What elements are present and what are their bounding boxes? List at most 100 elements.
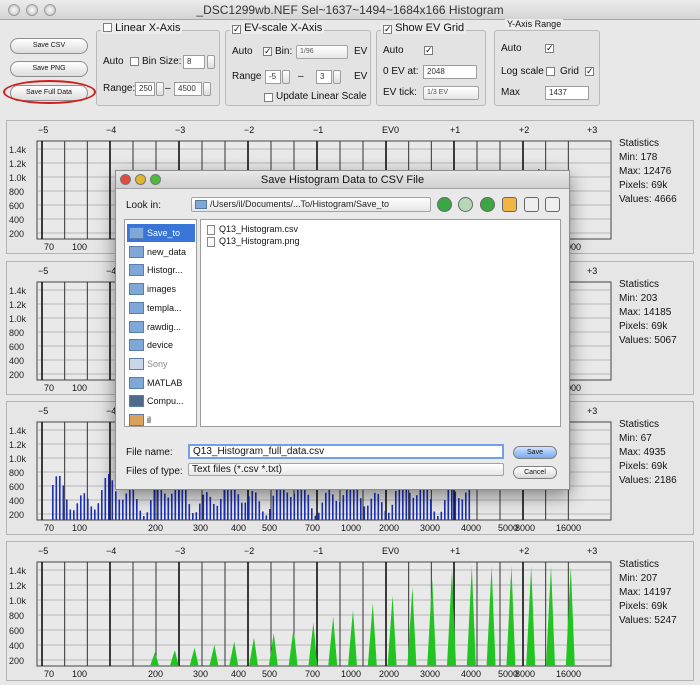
save-png-button[interactable]: Save PNG	[10, 61, 88, 77]
place-label: device	[147, 340, 174, 351]
place-item[interactable]: device	[127, 336, 195, 354]
ev-range-min-stepper[interactable]	[282, 70, 290, 84]
y-tick-label: 1.2k	[9, 581, 27, 591]
dialog-minimize-icon[interactable]	[135, 174, 146, 185]
hist-bar	[195, 512, 198, 520]
ev-range-min-field[interactable]: -5	[265, 70, 281, 84]
dialog-close-icon[interactable]	[120, 174, 131, 185]
save-csv-button[interactable]: Save CSV	[10, 38, 88, 54]
histogram-panel-4: 1.4k 1.2k 1.0k 800 600 400 200 −5 −4 −3 −2 −1 EV0 +1 +…	[6, 541, 694, 681]
hist-bar	[339, 502, 341, 520]
ev-tick-label: −5	[38, 266, 48, 276]
lin-tick-label: 200	[148, 523, 163, 533]
hist-bar	[370, 498, 373, 520]
hist-bar	[202, 494, 205, 520]
range-max-stepper[interactable]	[203, 82, 211, 96]
hist-bar	[377, 494, 380, 520]
linear-axis-checkbox[interactable]	[103, 23, 112, 32]
hist-bar	[139, 510, 142, 520]
place-label: MATLAB	[147, 377, 183, 388]
y-tick-label: 800	[9, 187, 24, 197]
new-folder-icon[interactable]	[502, 197, 517, 212]
log-scale-checkbox[interactable]	[546, 67, 555, 76]
ev-bin-select[interactable]: 1/96	[296, 45, 348, 59]
ev-axis-checkbox[interactable]: ✓	[232, 25, 241, 34]
details-view-icon[interactable]	[545, 197, 560, 212]
place-item[interactable]: Sony	[127, 355, 195, 373]
place-item[interactable]: Save_to	[127, 224, 195, 242]
lin-tick-label: 8000	[515, 669, 535, 679]
ev-bin-checkbox[interactable]: ✓	[263, 47, 272, 56]
ev-range-max-field[interactable]: 3	[316, 70, 332, 84]
range-min-field[interactable]: 250	[135, 82, 155, 96]
hist-bar	[73, 510, 75, 520]
y-tick-label: 1.0k	[9, 314, 27, 324]
y-auto-checkbox[interactable]: ✓	[545, 44, 554, 53]
grid-checkbox[interactable]: ✓	[585, 67, 594, 76]
lin-tick-label: 70	[44, 523, 54, 533]
hist-bar	[437, 516, 439, 520]
file-item[interactable]: Q13_Histogram.png	[205, 236, 300, 247]
stat-min: Min: 203	[619, 293, 658, 304]
place-item[interactable]: templa...	[127, 299, 195, 317]
zero-ev-field[interactable]: 2048	[423, 65, 477, 79]
file-name-input[interactable]: Q13_Histogram_full_data.csv	[188, 444, 504, 459]
y-tick-label: 800	[9, 611, 24, 621]
bin-size-field[interactable]: 8	[183, 55, 205, 69]
lin-tick-label: 100	[72, 383, 87, 393]
hist-bar	[458, 498, 460, 520]
hist-bar	[465, 492, 467, 520]
ev-tick-label: −3	[175, 125, 185, 135]
ev-range-max-stepper[interactable]	[333, 70, 341, 84]
ev-tick-select[interactable]: 1/3 EV	[423, 86, 479, 100]
lin-tick-label: 500	[262, 523, 277, 533]
lin-tick-label: 3000	[420, 669, 440, 679]
lin-tick-label: 400	[231, 669, 246, 679]
y-tick-label: 600	[9, 482, 24, 492]
place-item[interactable]: new_data	[127, 243, 195, 261]
place-item[interactable]: il	[127, 411, 195, 429]
place-item[interactable]: Histogr...	[127, 261, 195, 279]
home-icon	[129, 414, 144, 426]
file-type-select[interactable]: Text files (*.csv *.txt)	[188, 463, 504, 476]
lin-tick-label: 1000	[341, 669, 361, 679]
hist-bar	[318, 512, 320, 520]
hist-bar	[150, 500, 152, 520]
back-icon[interactable]	[437, 197, 452, 212]
ev-tick-label: EV tick:	[383, 87, 417, 98]
bin-size-checkbox[interactable]	[130, 57, 139, 66]
grid-label: Grid	[560, 66, 579, 77]
list-view-icon[interactable]	[524, 197, 539, 212]
folder-icon	[129, 357, 144, 370]
range-max-field[interactable]: 4500	[174, 82, 202, 96]
lin-tick-label: 100	[72, 523, 87, 533]
look-in-select[interactable]: /Users/il/Documents/...To/Histogram/Save…	[191, 197, 431, 212]
place-item[interactable]: rawdig...	[127, 318, 195, 336]
place-item[interactable]: MATLAB	[127, 374, 195, 392]
ev-grid-auto-checkbox[interactable]: ✓	[424, 46, 433, 55]
place-item[interactable]: Compu...	[127, 392, 195, 410]
show-ev-grid-checkbox[interactable]: ✓	[383, 25, 392, 34]
y-max-label: Max	[501, 87, 520, 98]
hist-bar	[391, 504, 394, 520]
file-icon	[207, 237, 215, 247]
ev-tick-label: −4	[106, 546, 116, 556]
hist-bar	[220, 498, 222, 520]
save-button[interactable]: Save	[513, 446, 557, 459]
place-item[interactable]: images	[127, 280, 195, 298]
file-item[interactable]: Q13_Histogram.csv	[205, 224, 298, 235]
histogram-plot: 1.4k 1.2k 1.0k 800 600 400 200 −5 −4 −3 −2 −1 EV0 +1 +…	[9, 546, 612, 679]
update-linear-checkbox[interactable]	[264, 93, 273, 102]
forward-icon[interactable]	[458, 197, 473, 212]
linear-axis-title: Linear X-Axis	[115, 22, 181, 34]
cancel-button[interactable]: Cancel	[513, 466, 557, 479]
dialog-zoom-icon[interactable]	[150, 174, 161, 185]
hist-bar	[286, 492, 289, 520]
ev-tick-label: −2	[244, 125, 254, 135]
hist-bar	[444, 500, 446, 520]
y-max-field[interactable]: 1437	[545, 86, 589, 100]
bin-size-stepper[interactable]	[207, 55, 215, 69]
up-folder-icon[interactable]	[480, 197, 495, 212]
range-min-stepper[interactable]	[156, 82, 164, 96]
y-tick-label: 1.2k	[9, 440, 27, 450]
